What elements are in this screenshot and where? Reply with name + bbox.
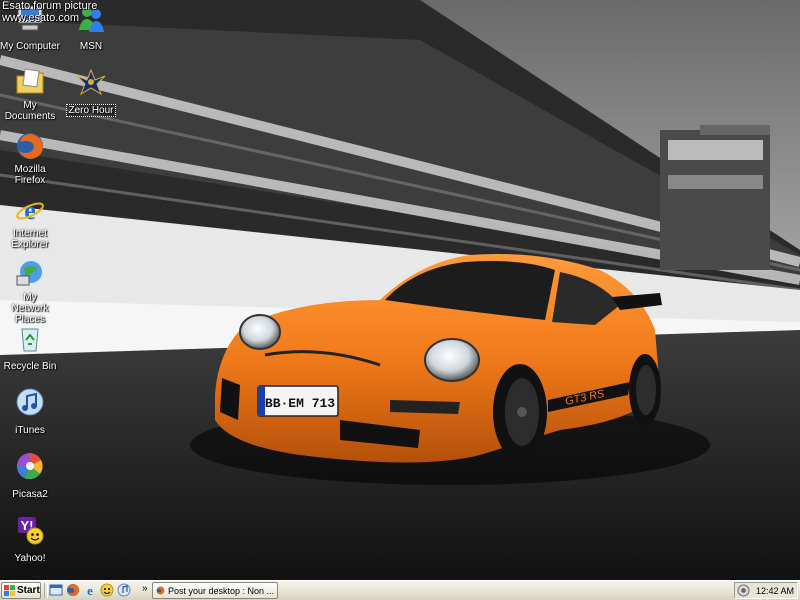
windows-logo-icon — [4, 585, 15, 596]
desktop-icon-internet-explorer[interactable]: e Internet Explorer — [0, 194, 62, 252]
esato-watermark: Esato forum picture www.esato.com — [2, 0, 97, 24]
license-plate-text: BB·EM 713 — [265, 396, 335, 411]
firefox-icon — [17, 133, 43, 159]
desktop-icon-label: My Computer — [0, 41, 60, 52]
internet-explorer-icon[interactable]: e — [83, 583, 97, 597]
desktop-icon-my-network-places[interactable]: My Network Places — [0, 258, 62, 327]
system-tray: 12:42 AM — [734, 582, 798, 599]
messenger-icon[interactable] — [100, 583, 114, 597]
watermark-line-2: www.esato.com — [2, 12, 80, 24]
winamp-icon[interactable] — [117, 583, 131, 597]
itunes-icon — [16, 388, 44, 416]
desktop-icon-label: Picasa2 — [12, 489, 48, 500]
yahoo-icon: Y! — [18, 517, 44, 545]
desktop-icon-label: Zero Hour — [66, 104, 116, 117]
tray-app-icon[interactable] — [737, 584, 750, 597]
desktop-icon-label: My Network Places — [11, 292, 49, 325]
desktop-icon-label: Yahoo! — [14, 553, 46, 564]
desktop-icon-label: Recycle Bin — [3, 361, 57, 372]
desktop-icon-label: My Documents — [4, 100, 56, 122]
desktop-icon-zero-hour[interactable]: Zero Hour — [59, 66, 123, 118]
firefox-icon[interactable] — [66, 583, 80, 597]
desktop-icon-yahoo[interactable]: Y! Yahoo! — [0, 514, 62, 566]
start-label: Start — [17, 585, 40, 596]
desktop-icon-recycle-bin[interactable]: Recycle Bin — [0, 322, 62, 374]
desktop-icon-label: MSN — [79, 41, 103, 52]
zero-hour-icon — [76, 68, 106, 96]
firefox-icon — [156, 586, 165, 595]
taskbar: Start e » Post your desktop : Non ... 12… — [0, 580, 800, 600]
taskbar-window-title: Post your desktop : Non ... — [167, 585, 274, 596]
desktop-icon-picasa2[interactable]: Picasa2 — [0, 450, 62, 502]
desktop-icon-mozilla-firefox[interactable]: Mozilla Firefox — [0, 130, 62, 188]
watermark-line-1: Esato forum picture — [2, 0, 98, 12]
network-places-icon — [16, 261, 42, 286]
recycle-bin-icon — [21, 328, 39, 352]
clock[interactable]: 12:42 AM — [756, 586, 794, 596]
svg-text:e: e — [24, 196, 36, 225]
desktop-icon-my-documents[interactable]: My Documents — [0, 66, 62, 124]
my-documents-icon — [16, 68, 44, 94]
desktop-icon-label: Mozilla Firefox — [14, 164, 46, 186]
svg-text:e: e — [87, 583, 93, 597]
desktop-icon-label: iTunes — [15, 425, 45, 436]
desktop-icon-itunes[interactable]: iTunes — [0, 386, 62, 438]
picasa-icon — [16, 453, 43, 480]
desktop-icon-label: Internet Explorer — [11, 228, 49, 250]
quick-launch-separator — [44, 583, 48, 598]
quick-launch-chevron[interactable]: » — [142, 583, 148, 594]
start-button[interactable]: Start — [1, 582, 41, 599]
internet-explorer-icon: e — [16, 196, 44, 225]
taskbar-window-button[interactable]: Post your desktop : Non ... — [152, 582, 278, 599]
show-desktop-icon[interactable] — [49, 583, 63, 597]
